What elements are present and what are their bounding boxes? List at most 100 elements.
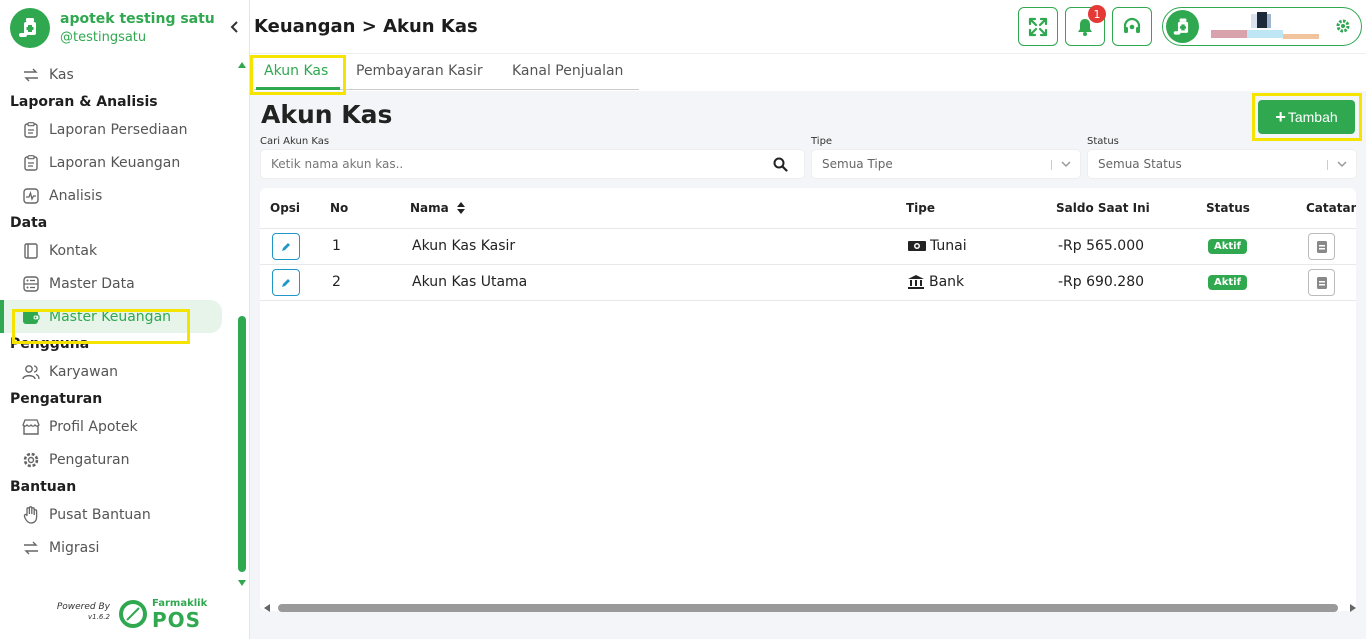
- sidebar-item-master-data[interactable]: Master Data: [0, 267, 200, 300]
- sidebar-item-kas[interactable]: Kas: [0, 58, 200, 91]
- notification-badge: 1: [1088, 5, 1106, 23]
- powered-by: Powered By v1.6.2: [50, 602, 110, 622]
- chevron-down-icon: [1336, 158, 1348, 173]
- search-label: Cari Akun Kas: [260, 136, 330, 147]
- note-button[interactable]: [1308, 233, 1335, 260]
- sidebar-item-karyawan[interactable]: Karyawan: [0, 355, 200, 388]
- nav-section-bantuan: Bantuan: [10, 479, 77, 495]
- pharmacy-logo-icon: [10, 8, 50, 48]
- tab-kanal-penjualan[interactable]: Kanal Penjualan: [512, 63, 623, 79]
- header-opsi: Opsi: [270, 201, 301, 215]
- note-button[interactable]: [1308, 269, 1335, 296]
- section-title: Akun Kas: [261, 100, 393, 129]
- sidebar-item-label: Laporan Keuangan: [49, 154, 181, 171]
- table-row[interactable]: 2 Akun Kas Utama Bank -Rp 690.280 Aktif: [260, 264, 1356, 300]
- bank-icon: [908, 275, 924, 289]
- expand-icon: [1028, 17, 1048, 36]
- note-icon: [1316, 240, 1327, 253]
- users-icon: [22, 363, 40, 381]
- scroll-right-icon[interactable]: [1350, 604, 1356, 612]
- notification-button[interactable]: 1: [1065, 5, 1106, 46]
- headset-icon: [1123, 17, 1141, 33]
- edit-button[interactable]: [272, 269, 300, 296]
- store-icon: [22, 418, 40, 436]
- edit-button[interactable]: [272, 233, 300, 260]
- sidebar-item-label: Kontak: [49, 242, 98, 259]
- search-field[interactable]: [260, 149, 805, 179]
- status-select[interactable]: Semua Status: [1087, 149, 1357, 179]
- status-select-value: Semua Status: [1098, 157, 1182, 171]
- row-saldo: -Rp 565.000: [1058, 238, 1145, 254]
- cash-accounts-table: Opsi No Nama Tipe Saldo Saat Ini Status …: [260, 188, 1356, 611]
- contact-book-icon: [22, 242, 40, 260]
- sidebar-item-pengaturan[interactable]: Pengaturan: [0, 443, 200, 476]
- clipboard-icon: [22, 121, 40, 139]
- header-nama[interactable]: Nama: [410, 201, 465, 215]
- sidebar-item-laporan-persediaan[interactable]: Laporan Persediaan: [0, 113, 200, 146]
- row-no: 1: [332, 238, 341, 254]
- status-label: Status: [1087, 136, 1119, 147]
- header-no: No: [330, 201, 349, 215]
- sidebar-item-kontak[interactable]: Kontak: [0, 234, 200, 267]
- hand-icon: [22, 505, 40, 524]
- page-title: Keuangan > Akun Kas: [254, 16, 478, 37]
- avatar: [1166, 10, 1199, 43]
- sidebar-item-profil-apotek[interactable]: Profil Apotek: [0, 410, 200, 443]
- tab-pembayaran-kasir[interactable]: Pembayaran Kasir: [356, 63, 483, 79]
- pencil-icon: [282, 278, 290, 287]
- search-icon[interactable]: [773, 157, 788, 175]
- brand-name: apotek testing satu: [60, 10, 215, 27]
- sidebar-item-analisis[interactable]: Analisis: [0, 179, 200, 212]
- status-badge: Aktif: [1208, 239, 1247, 254]
- search-input[interactable]: [271, 157, 751, 171]
- sidebar-item-migrasi[interactable]: Migrasi: [0, 531, 200, 564]
- sidebar-item-label: Karyawan: [49, 363, 119, 380]
- sidebar-item-laporan-keuangan[interactable]: Laporan Keuangan: [0, 146, 200, 179]
- row-tipe: Tunai: [908, 238, 967, 254]
- exchange-icon: [22, 66, 40, 84]
- sidebar-item-label: Migrasi: [49, 539, 100, 556]
- brand[interactable]: apotek testing satu @testingsatu: [10, 8, 215, 48]
- scroll-thumb[interactable]: [238, 316, 246, 572]
- note-icon: [1316, 276, 1327, 289]
- sidebar-item-label: Pusat Bantuan: [49, 506, 151, 523]
- sidebar: apotek testing satu @testingsatu Kas Lapo…: [0, 0, 250, 639]
- table-horizontal-scrollbar[interactable]: [264, 603, 1356, 613]
- collapse-sidebar-icon[interactable]: [228, 20, 242, 38]
- cash-icon: [908, 241, 926, 251]
- database-icon: [22, 275, 40, 293]
- sort-icon[interactable]: [456, 202, 465, 214]
- type-select-value: Semua Tipe: [822, 157, 893, 171]
- type-label: Tipe: [811, 136, 833, 147]
- status-badge: Aktif: [1208, 275, 1247, 290]
- row-tipe: Bank: [908, 274, 964, 290]
- chevron-down-icon: [1060, 158, 1072, 173]
- profile-menu[interactable]: [1162, 7, 1362, 46]
- scroll-down-icon[interactable]: [238, 580, 246, 586]
- sidebar-item-pusat-bantuan[interactable]: Pusat Bantuan: [0, 498, 200, 531]
- farmaklik-logo-big: POS: [152, 608, 202, 632]
- row-no: 2: [332, 274, 341, 290]
- fullscreen-button[interactable]: [1018, 7, 1058, 46]
- sidebar-scrollbar[interactable]: [236, 60, 248, 588]
- brand-handle: @testingsatu: [60, 29, 147, 45]
- support-button[interactable]: [1112, 7, 1152, 46]
- header-catatan: Catatan: [1306, 201, 1356, 215]
- highlight-box: [12, 309, 190, 344]
- scroll-left-icon[interactable]: [264, 604, 270, 612]
- highlight-box: [1252, 93, 1362, 141]
- header-saldo: Saldo Saat Ini: [1056, 201, 1150, 215]
- table-row[interactable]: 1 Akun Kas Kasir Tunai -Rp 565.000 Aktif: [260, 228, 1356, 264]
- nav-section-data: Data: [10, 215, 48, 231]
- gear-icon[interactable]: [1335, 18, 1351, 38]
- scroll-up-icon[interactable]: [238, 62, 246, 68]
- sidebar-item-label: Profil Apotek: [49, 418, 138, 435]
- type-select[interactable]: Semua Tipe: [811, 149, 1081, 179]
- sidebar-item-label: Analisis: [49, 187, 103, 204]
- scroll-thumb[interactable]: [278, 604, 1338, 612]
- sidebar-item-label: Master Data: [49, 275, 135, 292]
- row-saldo: -Rp 690.280: [1058, 274, 1145, 290]
- header-status: Status: [1206, 201, 1250, 215]
- powered-by-label: Powered By: [56, 602, 110, 612]
- main-content: Akun Kas Pembayaran Kasir Kanal Penjuala…: [250, 54, 1366, 639]
